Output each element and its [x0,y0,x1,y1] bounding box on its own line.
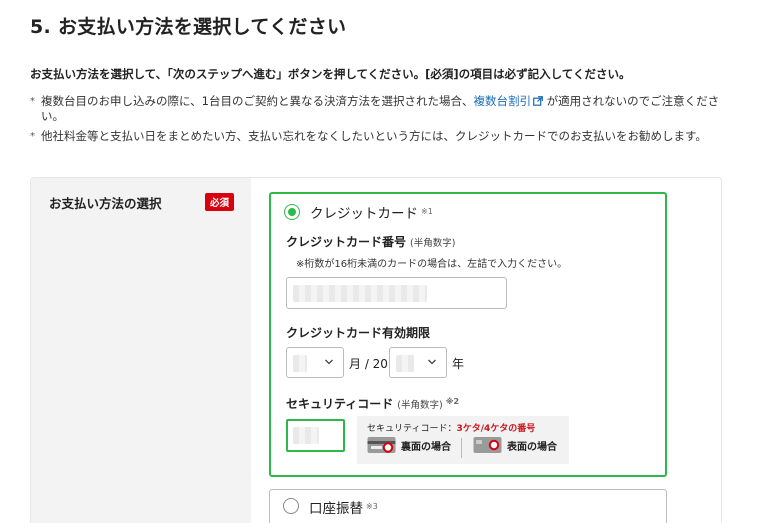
security-caption-prefix: セキュリティコード： [367,424,457,434]
required-badge: 必須 [205,193,235,211]
notes-list: * 複数台目のお申し込みの際に、1台目のご契約と異なる決済方法を選択された場合、… [30,94,730,149]
expiry-month-select[interactable] [286,347,344,378]
masked-month-value [293,355,307,372]
note-bullet: * [30,96,35,107]
security-code-note: (半角数字) [397,400,443,411]
masked-year-value [396,355,414,372]
bank-transfer-option-label: 口座振替 [309,501,363,517]
expiry-year-suffix: 年 [452,357,465,371]
note-text-before: 複数台目のお申し込みの際に、1台目のご契約と異なる決済方法を選択された場合、 [41,94,474,108]
page-title: 5. お支払い方法を選択してください [30,16,347,38]
bank-transfer-footnote: ※3 [366,502,378,511]
card-number-hint: ※桁数が16桁未満のカードの場合は、左詰で入力ください。 [296,259,568,270]
expiry-label: クレジットカード有効期限 [286,326,431,340]
security-code-help: セキュリティコード：3ケタ/4ケタの番号 裏面の場合 表面の場合 [357,416,569,464]
help-divider [461,438,462,458]
card-number-label: クレジットカード番号 [286,235,407,249]
instruction-text: お支払い方法を選択して、「次のステップへ進む」ボタンを押してください。[必須]の… [30,67,631,81]
credit-card-option-label: クレジットカード [310,206,418,222]
card-number-note: (半角数字) [410,238,456,249]
expiry-year-select[interactable] [389,347,447,378]
payment-method-section: お支払い方法の選択 必須 クレジットカード ※1 クレジットカード番号 (半角数字)… [30,177,722,523]
note-item-credit-recommend: * 他社料金等と支払い日をまとめたい方、支払い忘れをなくしたいという方には、クレ… [30,129,730,144]
card-number-input[interactable] [286,277,507,309]
note-item-multi-discount: * 複数台目のお申し込みの際に、1台目のご契約と異なる決済方法を選択された場合、… [30,94,730,124]
note-text: 他社料金等と支払い日をまとめたい方、支払い忘れをなくしたいという方には、クレジッ… [41,129,707,143]
security-code-footnote: ※2 [445,397,460,406]
card-back-icon [367,437,396,453]
masked-card-number [293,285,427,302]
multi-discount-link-label: 複数台割引 [473,94,531,108]
expiry-month-suffix: 月 / 20 [349,357,388,371]
security-code-input[interactable] [286,419,345,452]
field-label-column [31,178,251,523]
chevron-down-icon [428,359,436,365]
credit-card-radio[interactable] [284,204,300,220]
bank-transfer-radio[interactable] [283,498,299,514]
card-front-label: 表面の場合 [507,441,557,453]
card-front-icon [473,437,502,453]
external-link-icon [533,96,543,106]
credit-card-footnote: ※1 [421,207,433,216]
bank-transfer-option[interactable]: 口座振替 ※3 [269,489,667,523]
credit-card-option[interactable]: クレジットカード ※1 クレジットカード番号 (半角数字) ※桁数が16桁未満のカー… [269,192,667,477]
card-back-label: 裏面の場合 [401,441,451,453]
note-bullet: * [30,131,35,142]
security-code-label: セキュリティコード [286,397,394,411]
masked-security-code [293,427,319,444]
chevron-down-icon [325,359,333,365]
payment-method-label: お支払い方法の選択 [49,196,162,211]
security-caption-emphasis: 3ケタ/4ケタの番号 [456,424,536,434]
multi-discount-link[interactable]: 複数台割引 [473,94,543,108]
